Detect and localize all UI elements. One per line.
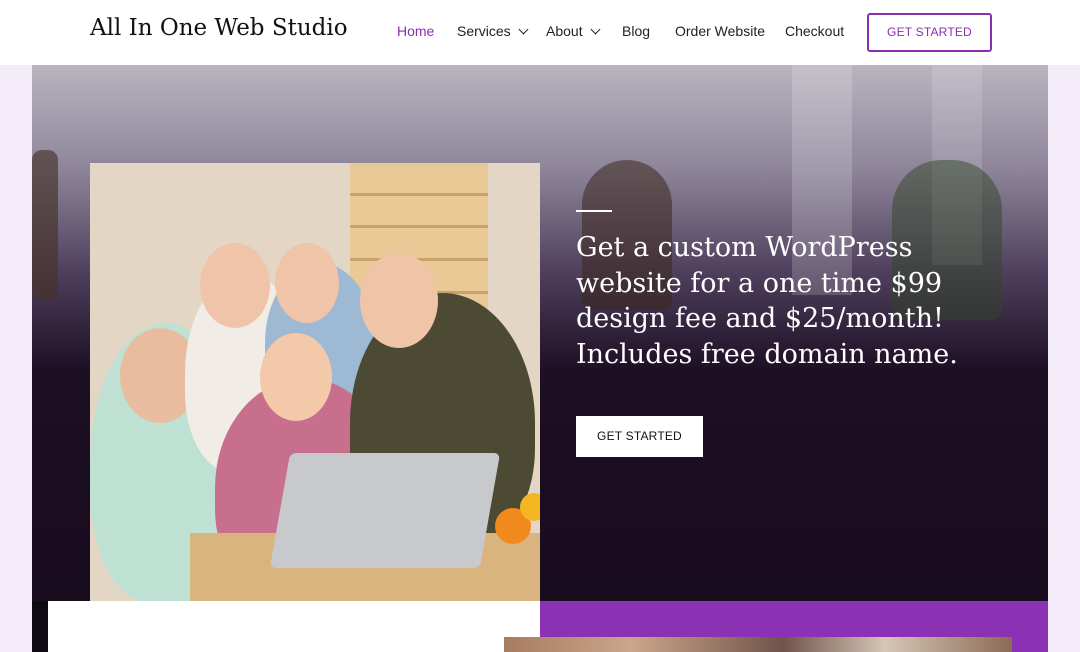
nav-order-website[interactable]: Order Website xyxy=(675,23,765,39)
nav-home[interactable]: Home xyxy=(397,23,434,39)
chevron-down-icon xyxy=(590,24,601,35)
nav-services[interactable]: Services xyxy=(457,23,529,39)
nav-checkout[interactable]: Checkout xyxy=(785,23,844,39)
photo-fruit xyxy=(520,493,540,521)
nav-about[interactable]: About xyxy=(546,23,601,39)
hero-background-vase xyxy=(32,150,58,300)
nav-services-label: Services xyxy=(457,23,511,39)
site-header: All In One Web Studio Home Services Abou… xyxy=(0,0,1080,65)
photo-head xyxy=(260,333,332,421)
header-get-started-button[interactable]: GET STARTED xyxy=(867,13,992,52)
photo-head xyxy=(360,253,438,348)
hero-headline: Get a custom WordPress website for a one… xyxy=(576,232,958,370)
photo-head xyxy=(275,243,339,323)
nav-checkout-label: Checkout xyxy=(785,23,845,39)
laptop-icon xyxy=(269,453,501,568)
site-logo[interactable]: All In One Web Studio xyxy=(90,15,348,41)
lower-section-card xyxy=(48,601,540,652)
lower-section-photo xyxy=(504,637,1012,652)
nav-blog-label: Blog xyxy=(622,23,651,39)
photo-head xyxy=(200,243,270,328)
chevron-down-icon xyxy=(518,24,529,35)
hero-divider xyxy=(576,210,612,212)
nav-blog[interactable]: Blog xyxy=(622,23,650,39)
hero-photo-women-laptop xyxy=(90,163,540,601)
nav-order-website-label: Order Website xyxy=(675,23,765,39)
nav-about-label: About xyxy=(546,23,583,39)
hero-get-started-button[interactable]: GET STARTED xyxy=(576,416,703,457)
nav-home-label: Home xyxy=(397,23,435,39)
